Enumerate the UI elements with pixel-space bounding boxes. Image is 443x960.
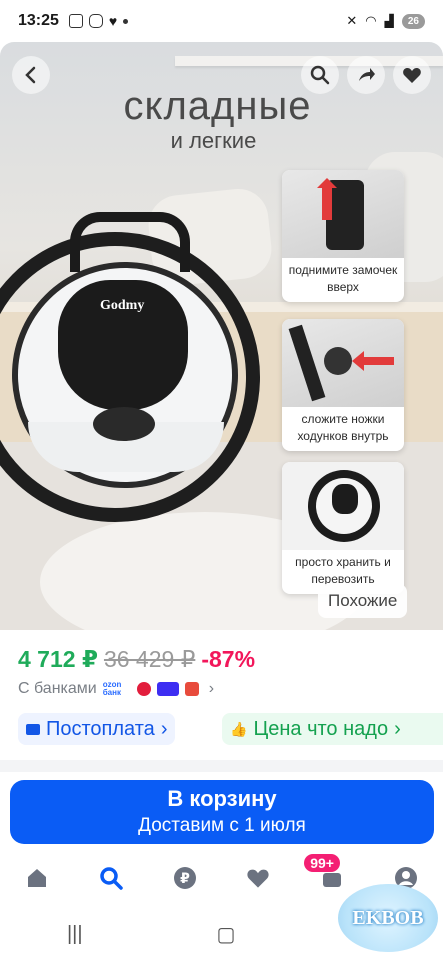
ruble-icon: ₽: [173, 867, 196, 889]
ozon-bank-logo: ozon банк: [102, 680, 122, 697]
current-price: 4 712 ₽: [18, 646, 98, 672]
walker-topview-illustration: [282, 462, 404, 550]
postpay-button[interactable]: Постоплата ›: [18, 713, 176, 745]
chevron-right-icon: ›: [208, 680, 215, 697]
product-walker-image: Godmy: [0, 212, 260, 522]
price-you-want-label: Цена что надо: [253, 717, 389, 740]
similar-products-button[interactable]: Похожие: [318, 584, 408, 618]
status-bar: 13:25 ♥ ✕ ◠ ▟ 26: [0, 0, 443, 42]
price-row: 4 712 ₽ 36 429 ₽ -87%: [18, 646, 255, 673]
walker-handle: [70, 212, 190, 272]
status-system-icons: ✕ ◠ ▟ 26: [346, 13, 425, 29]
discount-percent: -87%: [201, 646, 256, 672]
bank-offers-label: С банками: [18, 680, 97, 697]
chevron-right-icon: ›: [394, 717, 401, 740]
share-button[interactable]: [347, 56, 385, 94]
feature-card: поднимите замочек вверх: [282, 170, 404, 302]
bank-offers-row[interactable]: С банками ozon банк ›: [18, 680, 214, 698]
back-button[interactable]: [12, 56, 50, 94]
chevron-left-icon: [25, 66, 36, 84]
wallet-icon: [26, 723, 40, 735]
home-system-button[interactable]: ▢: [217, 922, 236, 947]
nav-favorites[interactable]: [238, 858, 278, 898]
postpay-label: Постоплата: [46, 717, 155, 740]
svg-text:₽: ₽: [180, 871, 190, 887]
bank-icon: [156, 682, 179, 696]
thumbs-up-icon: 👍: [230, 720, 248, 737]
heart-icon: [247, 869, 269, 888]
instagram-icon: [88, 14, 103, 28]
product-image-gallery[interactable]: складные и легкие Godmy поднимите замоче…: [0, 42, 443, 630]
share-icon: [359, 68, 375, 81]
section-divider: [0, 760, 443, 772]
heart-status-icon: ♥: [108, 13, 118, 29]
battery-indicator: 26: [401, 13, 425, 29]
nav-cart[interactable]: 99+: [304, 854, 352, 898]
recent-apps-button[interactable]: |||: [67, 923, 83, 946]
scan-icon: [68, 14, 83, 28]
watermark-logo: EKBOB: [338, 884, 438, 952]
dot-icon: [123, 18, 129, 24]
add-to-cart-label: В корзину: [167, 786, 277, 811]
wifi-icon: ◠: [365, 13, 377, 28]
status-time: 13:25: [18, 12, 59, 29]
walker-leg-hole: [93, 407, 155, 441]
nav-search[interactable]: [91, 858, 131, 898]
search-button[interactable]: [301, 56, 339, 94]
home-icon: [27, 869, 46, 887]
feature-card: сложите ножки ходунков внутрь: [282, 319, 404, 451]
delivery-date: Доставим с 1 июля: [138, 815, 306, 836]
status-notification-icons: ♥: [68, 13, 129, 29]
feature-card: просто хранить и перевозить: [282, 462, 404, 594]
chevron-right-icon: ›: [160, 717, 168, 740]
old-price: 36 429 ₽: [103, 646, 196, 672]
bank-icon: [136, 682, 151, 696]
hero-subheadline: и легкие: [170, 128, 257, 153]
brand-logo: Godmy: [100, 298, 145, 313]
feature-text: поднимите замочек вверх: [288, 263, 398, 294]
cart-count-badge: 99+: [304, 854, 340, 872]
add-to-cart-button[interactable]: В корзину Доставим с 1 июля: [10, 780, 434, 844]
signal-icon: ▟: [384, 14, 394, 28]
price-you-want-button[interactable]: 👍 Цена что надо ›: [222, 713, 443, 745]
lock-latch-illustration: [282, 170, 404, 258]
nav-finance[interactable]: ₽: [165, 858, 205, 898]
heart-icon: [403, 68, 421, 83]
nav-home[interactable]: [17, 858, 57, 898]
favorite-button[interactable]: [393, 56, 431, 94]
mute-icon: ✕: [346, 13, 358, 28]
feature-text: сложите ножки ходунков внутрь: [297, 412, 389, 443]
search-icon: [310, 65, 330, 85]
search-icon: [99, 867, 123, 890]
fold-legs-illustration: [282, 319, 404, 407]
bank-icon: [184, 682, 199, 696]
